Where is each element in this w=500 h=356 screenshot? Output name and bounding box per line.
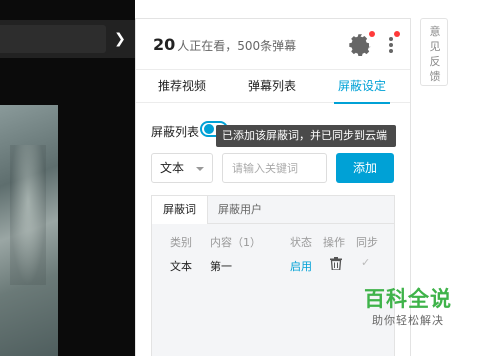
block-table: 类别 内容（1） 状态 操作 同步 文本 第一 启用 ✓ [152,224,394,356]
video-player[interactable]: ❯ [0,0,135,356]
column-header-content: 内容（1） [210,236,261,249]
gear-icon [349,34,371,56]
add-keyword-button[interactable]: 添加 [336,153,394,183]
viewer-count: 20 人正在看，500条弹幕 [153,35,296,54]
feedback-char: 见 [429,40,441,53]
tab-blocked-users[interactable]: 屏蔽用户 [212,196,268,224]
block-list-label: 屏蔽列表 [151,125,200,139]
feedback-char: 意 [429,25,441,38]
watermark-subtitle: 助你轻松解决 [372,314,444,327]
video-frame [0,105,58,356]
row-type: 文本 [170,260,192,273]
watermark-title: 百科全说 [364,287,452,311]
feedback-button[interactable]: 意 见 反 馈 [420,18,448,86]
viewer-text: 人正在看，500条弹幕 [177,39,297,53]
settings-button[interactable] [348,31,375,57]
more-button[interactable] [384,31,400,57]
tooltip: 已添加该屏蔽词，并已同步到云端 [216,125,396,147]
notification-dot [394,31,400,37]
column-header-sync: 同步 [356,236,378,249]
block-list-box: 屏蔽词 屏蔽用户 类别 内容（1） 状态 操作 同步 文本 第一 启用 ✓ [151,195,395,356]
column-header-action: 操作 [323,236,345,249]
panel-tabs: 推荐视频 弹幕列表 屏蔽设定 [136,69,410,104]
trash-icon[interactable] [330,257,342,270]
tab-block-settings[interactable]: 屏蔽设定 [326,70,398,104]
row-status-toggle[interactable]: 启用 [290,258,312,274]
player-top-bar: ❯ [0,20,135,58]
tab-recommended-videos[interactable]: 推荐视频 [146,70,218,103]
player-title-bar [0,25,106,53]
column-header-type: 类别 [170,236,192,249]
feedback-char: 反 [429,55,441,68]
viewer-number: 20 [153,35,176,54]
row-content: 第一 [210,260,232,273]
check-icon: ✓ [361,256,371,269]
chevron-down-icon [196,167,204,171]
keyword-input[interactable] [222,153,327,183]
column-header-status: 状态 [290,236,312,249]
block-type-select[interactable]: 文本 [151,153,213,183]
tab-blocked-words[interactable]: 屏蔽词 [152,196,208,225]
tab-danmaku-list[interactable]: 弹幕列表 [236,70,308,103]
block-type-value: 文本 [160,161,185,175]
notification-dot [369,31,375,37]
feedback-char: 馈 [429,70,441,83]
block-sub-tabs: 屏蔽词 屏蔽用户 [152,196,394,225]
chevron-right-icon[interactable]: ❯ [110,26,130,52]
